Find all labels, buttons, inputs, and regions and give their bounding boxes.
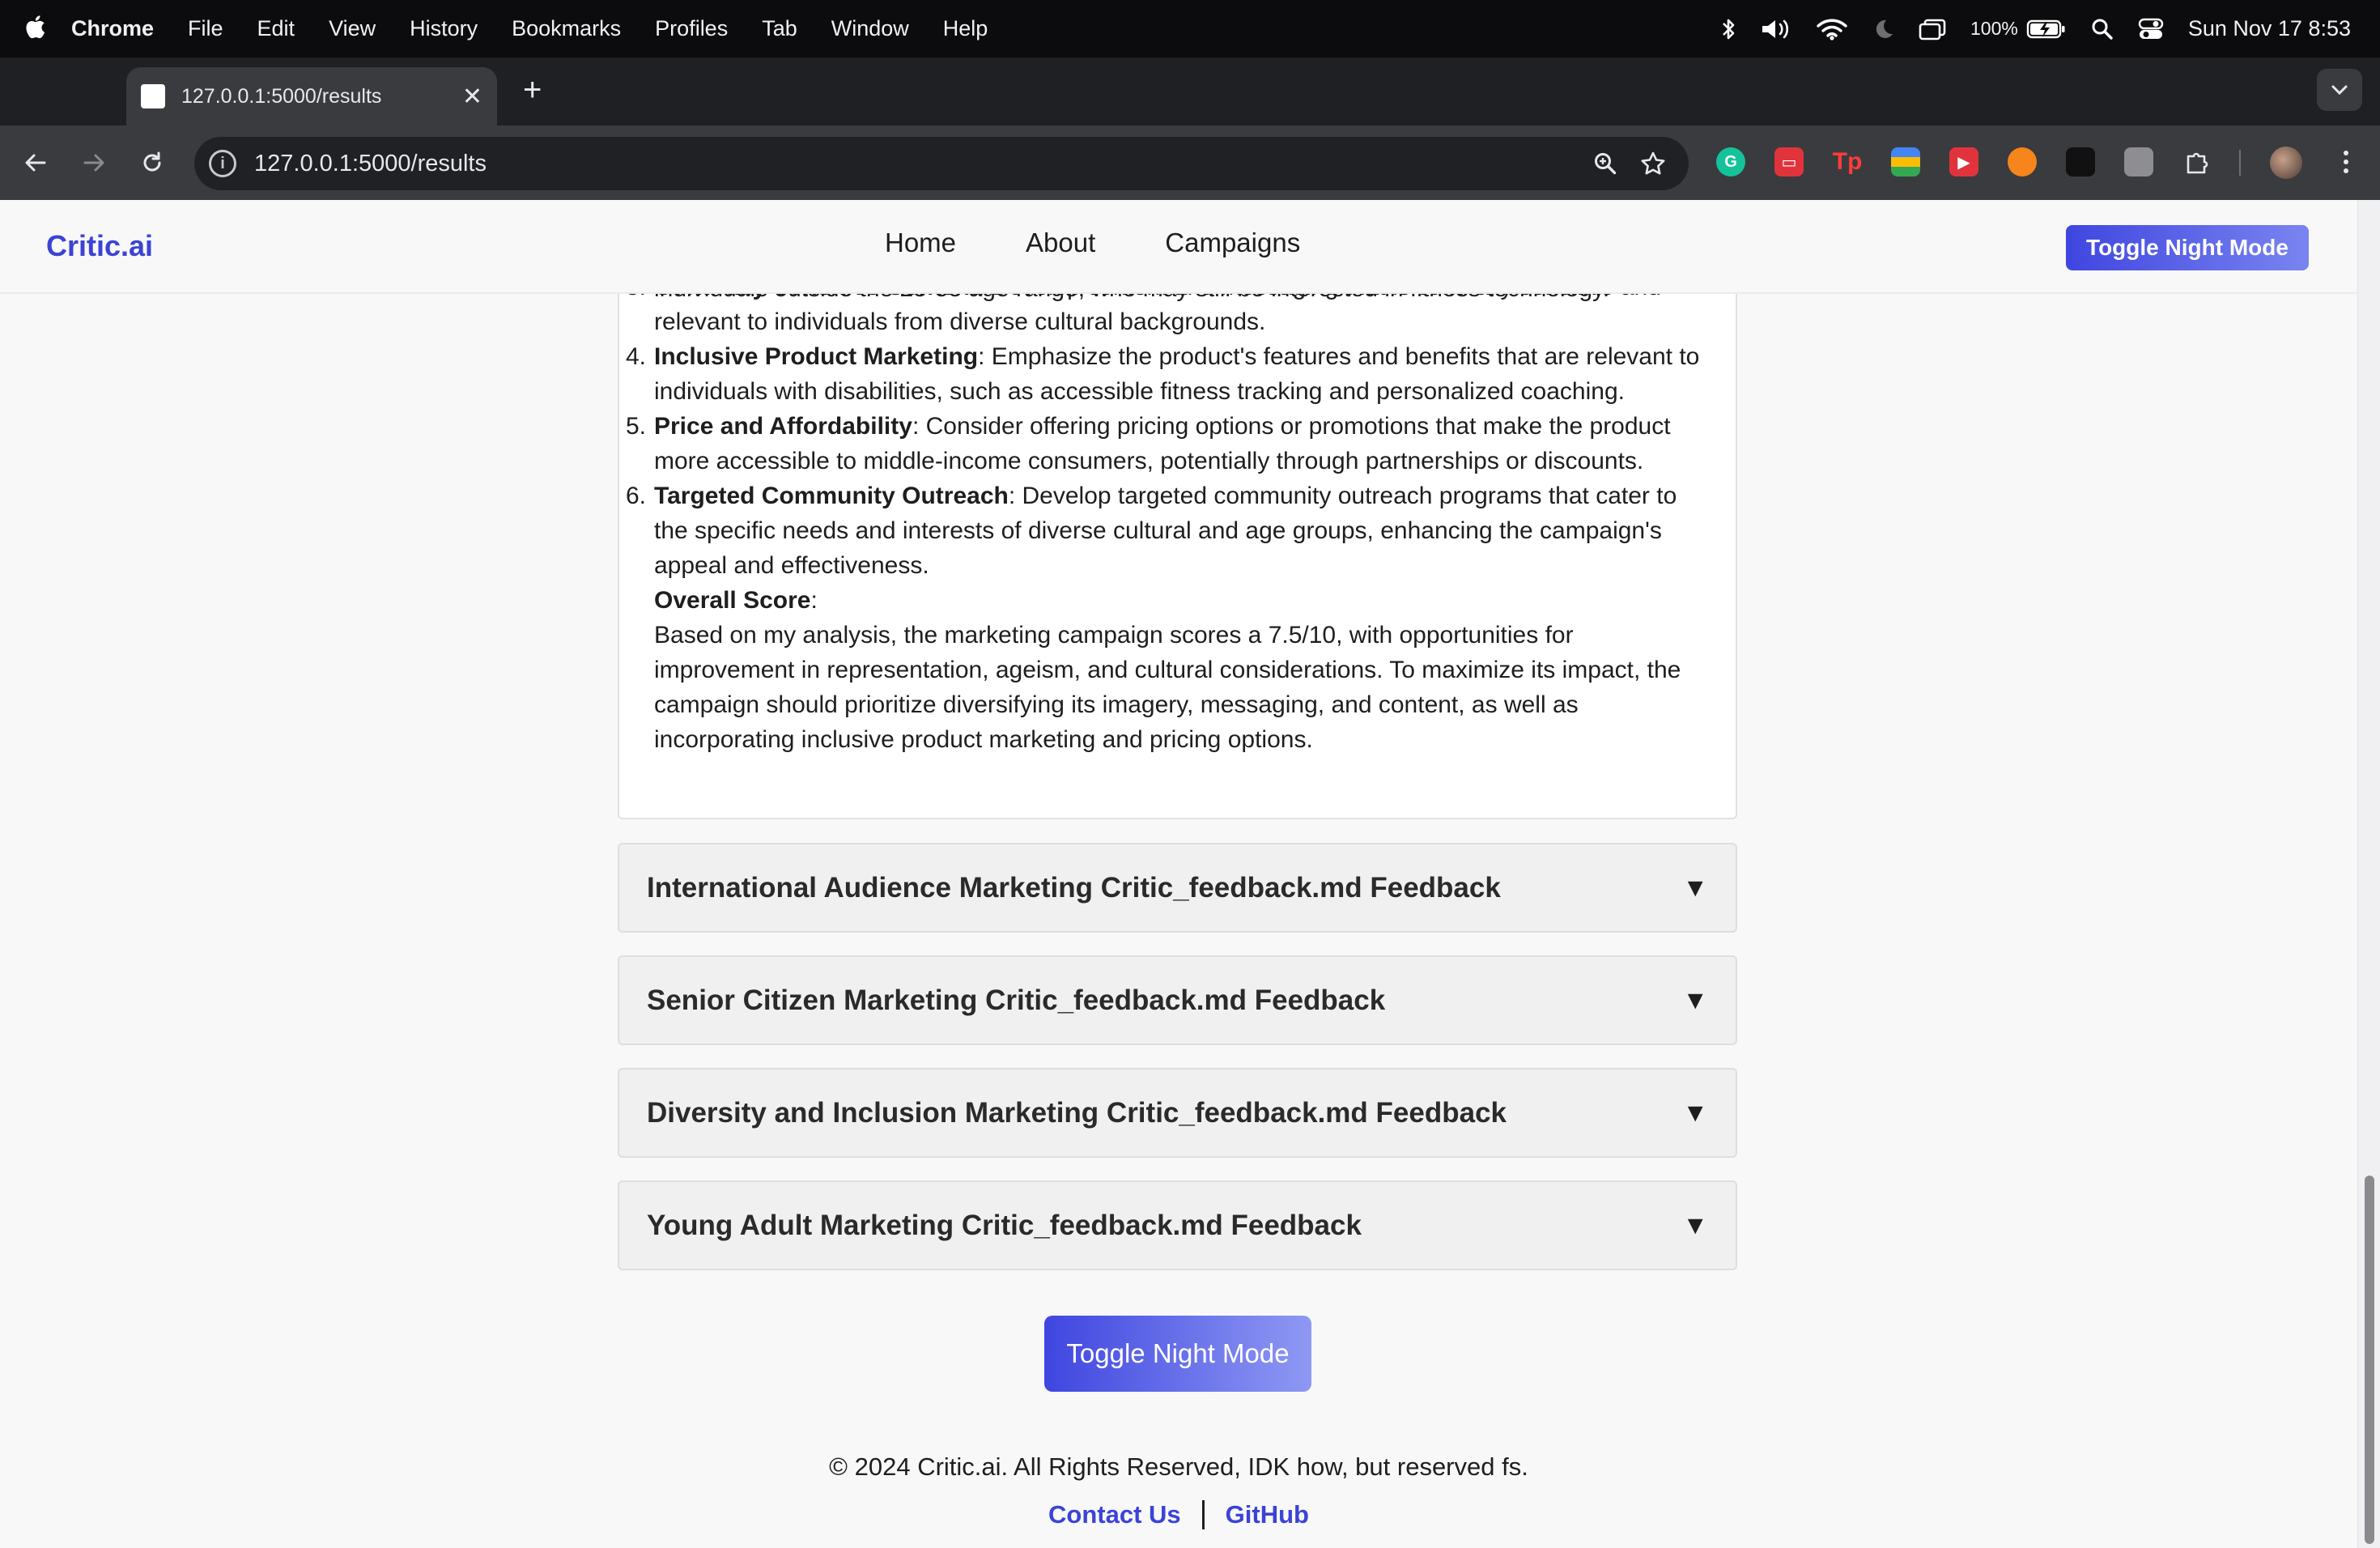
puzzle-icon[interactable] <box>2182 147 2212 176</box>
site-info-icon[interactable]: i <box>209 150 236 177</box>
site-navbar: Critic.ai Home About Campaigns Toggle Ni… <box>0 200 2357 294</box>
overall-score-heading: Overall Score: <box>623 583 1716 618</box>
battery-charging-icon[interactable] <box>2026 19 2067 40</box>
browser-toolbar: i 127.0.0.1:5000/results G ▭ Tp ▶ <box>0 125 2380 200</box>
accordion-diversity-inclusion[interactable]: Diversity and Inclusion Marketing Critic… <box>618 1068 1737 1158</box>
list-item: 5. Price and Affordability: Consider off… <box>623 409 1716 478</box>
browser-tab-active[interactable]: 127.0.0.1:5000/results ✕ <box>126 67 497 125</box>
tab-title: 127.0.0.1:5000/results <box>181 84 382 108</box>
wifi-icon[interactable] <box>1817 18 1847 40</box>
new-tab-plus-icon[interactable]: + <box>523 74 542 106</box>
list-number: 6. <box>626 483 647 509</box>
footer-contact-link[interactable]: Contact Us <box>1048 1500 1181 1529</box>
accordion-label: Young Adult Marketing Critic_feedback.md… <box>647 1209 1362 1241</box>
spotlight-search-icon[interactable] <box>2091 18 2114 40</box>
accordion-young-adult[interactable]: Young Adult Marketing Critic_feedback.md… <box>618 1180 1737 1270</box>
list-item: 4. Inclusive Product Marketing: Emphasiz… <box>623 339 1716 409</box>
accordion-label: Senior Citizen Marketing Critic_feedback… <box>647 984 1386 1016</box>
bluetooth-icon[interactable] <box>1721 18 1736 40</box>
brand-logo[interactable]: Critic.ai <box>46 229 153 263</box>
menu-edit[interactable]: Edit <box>257 16 295 41</box>
favicon-icon <box>141 84 165 108</box>
chevron-down-icon: ▼ <box>1682 1098 1708 1127</box>
zoom-magnifier-icon[interactable] <box>1593 151 1617 176</box>
nav-campaigns[interactable]: Campaigns <box>1165 228 1300 258</box>
toggle-night-mode-button[interactable]: Toggle Night Mode <box>1044 1316 1311 1392</box>
chevron-down-icon: ▼ <box>1682 985 1708 1014</box>
toolbar-divider <box>2239 150 2241 176</box>
nav-links: Home About Campaigns <box>885 228 1370 258</box>
youtube-red-icon[interactable]: ▶ <box>1949 147 1978 176</box>
menu-view[interactable]: View <box>329 16 376 41</box>
menu-help[interactable]: Help <box>943 16 988 41</box>
chevron-down-icon: ▼ <box>1682 1210 1708 1240</box>
recommendation-list: 3. Culturally Sensitive Content: Develop… <box>623 270 1716 583</box>
chevron-down-icon: ▼ <box>1682 873 1708 902</box>
accordion-label: International Audience Marketing Critic_… <box>647 871 1501 904</box>
tab-close-icon[interactable]: ✕ <box>462 83 482 111</box>
list-number: 4. <box>626 343 647 370</box>
menu-window[interactable]: Window <box>831 16 909 41</box>
web-page-viewport: individuals outside the 25-55 age range,… <box>0 200 2380 1548</box>
menu-history[interactable]: History <box>410 16 478 41</box>
page-scrollbar[interactable] <box>2357 200 2380 1548</box>
metamask-fox-icon[interactable] <box>2008 147 2037 176</box>
tab-search-chevron-icon[interactable] <box>2317 69 2362 111</box>
list-number: 5. <box>626 413 647 440</box>
grammarly-icon[interactable]: G <box>1716 147 1745 176</box>
address-bar[interactable]: i 127.0.0.1:5000/results <box>194 137 1689 190</box>
grey-extension-icon[interactable] <box>2124 147 2153 176</box>
feedback-content: 3. Culturally Sensitive Content: Develop… <box>623 270 1716 757</box>
scrollbar-thumb[interactable] <box>2365 1176 2374 1544</box>
list-item-title: Targeted Community Outreach <box>654 483 1009 509</box>
accordion-senior-citizen[interactable]: Senior Citizen Marketing Critic_feedback… <box>618 955 1737 1045</box>
red-extension-icon[interactable]: ▭ <box>1774 147 1804 176</box>
forward-arrow-icon[interactable] <box>78 147 110 179</box>
volume-icon[interactable] <box>1760 18 1792 40</box>
overall-score-text: Based on my analysis, the marketing camp… <box>654 622 1681 753</box>
footer-github-link[interactable]: GitHub <box>1226 1500 1309 1529</box>
footer-links: Contact Us GitHub <box>0 1500 2357 1529</box>
footer-copyright: © 2024 Critic.ai. All Rights Reserved, I… <box>829 1452 1528 1481</box>
dark-extension-icon[interactable] <box>2066 147 2095 176</box>
overall-score-title: Overall Score <box>654 587 811 614</box>
list-item-title: Price and Affordability <box>654 413 912 440</box>
footer-divider <box>1201 1500 1205 1529</box>
profile-avatar[interactable] <box>2270 147 2302 179</box>
battery-percent: 100% <box>1970 18 2018 39</box>
list-item: 6. Targeted Community Outreach: Develop … <box>623 478 1716 583</box>
clock-datetime[interactable]: Sun Nov 17 8:53 <box>2188 16 2351 41</box>
bookmark-star-icon[interactable] <box>1640 151 1666 176</box>
menu-tab[interactable]: Tab <box>762 16 797 41</box>
browser-tab-strip: 127.0.0.1:5000/results ✕ + <box>0 57 2380 125</box>
list-item-title: Inclusive Product Marketing <box>654 343 979 370</box>
menu-bookmarks[interactable]: Bookmarks <box>512 16 621 41</box>
macos-menu-bar: Chrome File Edit View History Bookmarks … <box>0 0 2380 57</box>
menu-file[interactable]: File <box>188 16 223 41</box>
navbar-toggle-night-mode-button[interactable]: Toggle Night Mode <box>2066 225 2309 270</box>
tp-icon[interactable]: Tp <box>1833 147 1863 176</box>
address-url[interactable]: 127.0.0.1:5000/results <box>254 151 1593 177</box>
menu-profiles[interactable]: Profiles <box>655 16 728 41</box>
nav-about[interactable]: About <box>1026 228 1095 258</box>
reload-icon[interactable] <box>136 147 168 179</box>
menu-app-chrome[interactable]: Chrome <box>71 16 154 41</box>
control-center-icon[interactable] <box>2138 18 2164 40</box>
overall-score-colon: : <box>810 587 818 614</box>
color-extension-icon[interactable] <box>1891 147 1920 176</box>
apple-logo-icon[interactable] <box>24 15 45 43</box>
focus-moon-icon[interactable] <box>1872 18 1894 40</box>
nav-home[interactable]: Home <box>885 228 956 258</box>
back-arrow-icon[interactable] <box>19 147 52 179</box>
accordion-label: Diversity and Inclusion Marketing Critic… <box>647 1096 1507 1129</box>
accordion-international-audience[interactable]: International Audience Marketing Critic_… <box>618 843 1737 933</box>
screen-mirroring-icon[interactable] <box>1919 18 1946 40</box>
chrome-menu-kebab-icon[interactable] <box>2331 147 2361 176</box>
